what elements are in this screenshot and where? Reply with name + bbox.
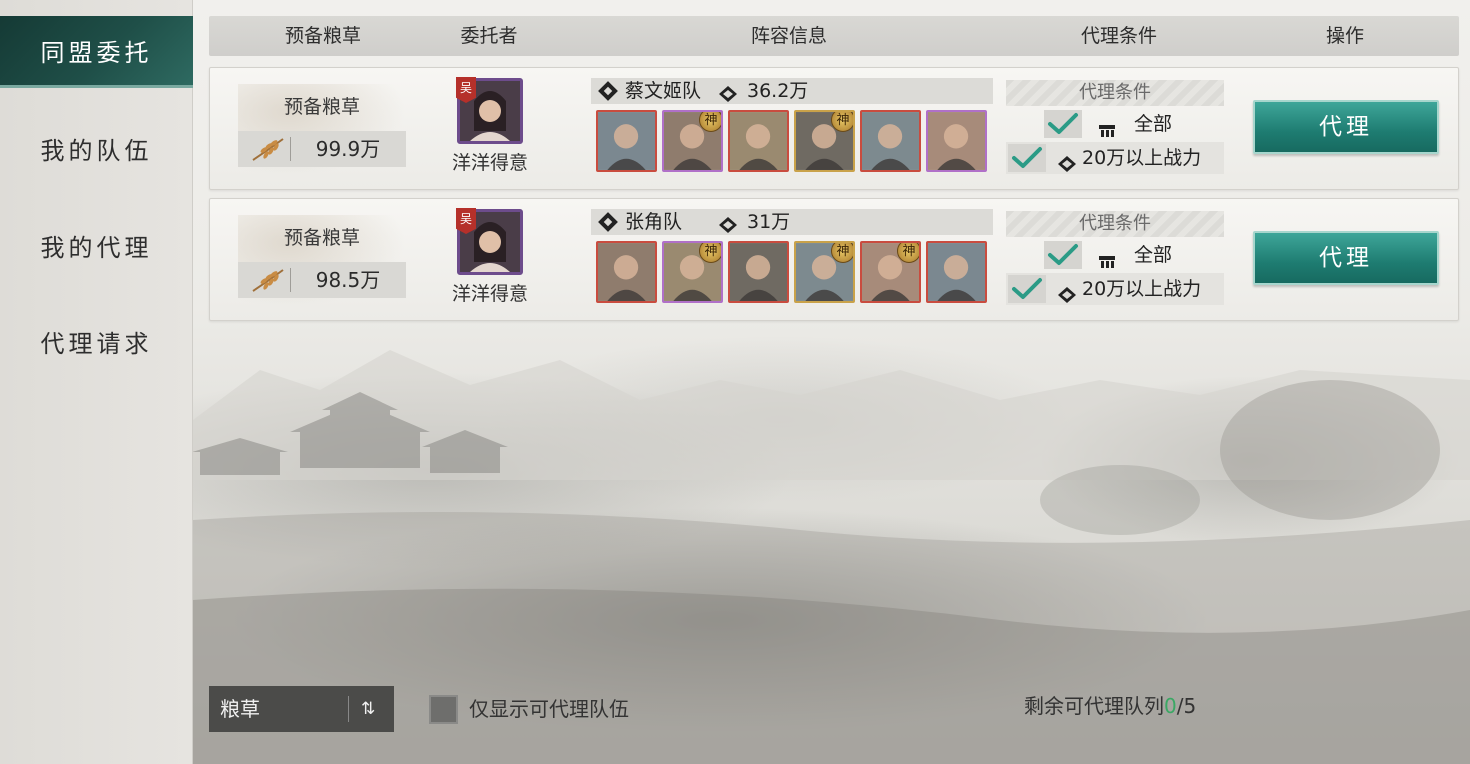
header-requester: 委托者 [460,25,518,47]
hero-portrait[interactable]: 神 [794,110,855,172]
commission-row: 预备粮草 99.9万 吴 洋洋得意 蔡文姬队 36.2万 神 神 代理条件 全部… [209,67,1459,190]
troop-icon [1098,116,1116,137]
condition-troops-text: 全部 [1134,113,1173,135]
hero-lineup: 神 神 [596,110,992,172]
team-name: 张角队 [625,211,683,233]
sidebar-item-my-team[interactable]: 我的队伍 [0,112,193,184]
reserve-grain-cell: 预备粮草 98.5万 [238,215,406,307]
check-icon [1044,241,1082,269]
sidebar-item-label: 我的队伍 [40,136,153,165]
condition-power: 20万以上战力 [1006,273,1224,305]
team-icon [598,81,618,101]
hero-portrait[interactable] [728,110,789,172]
hero-old-warrior-icon [730,112,787,170]
conditions-title: 代理条件 [1006,80,1224,106]
sidebar-item-label: 代理请求 [40,329,153,358]
faction-badge: 吴 [456,208,476,234]
remaining-prefix: 剩余可代理队列 [1024,694,1164,718]
power-icon [1058,281,1076,303]
condition-troops: 全部 [1006,239,1224,271]
sort-dropdown[interactable]: 粮草 ⇅ [209,686,394,732]
requester-cell: 吴 洋洋得意 [440,77,540,188]
power-icon [1058,150,1076,172]
conditions-title: 代理条件 [1006,211,1224,237]
sidebar: 同盟委托 我的队伍 我的代理 代理请求 [0,0,193,764]
sort-toggle-icon[interactable]: ⇅ [361,686,375,732]
check-icon [1008,275,1046,303]
agent-button[interactable]: 代理 [1253,231,1439,285]
agent-conditions: 代理条件 全部 20万以上战力 [1006,209,1224,305]
sidebar-item-alliance-commission[interactable]: 同盟委托 [0,16,193,88]
hero-portrait[interactable] [926,241,987,303]
remaining-total: /5 [1176,694,1197,718]
grain-value-box: 98.5万 [238,262,406,298]
hero-portrait[interactable]: 神 [794,241,855,303]
sidebar-item-agent-request[interactable]: 代理请求 [0,305,193,377]
hero-portrait[interactable] [860,110,921,172]
condition-troops: 全部 [1006,108,1224,140]
grain-value: 98.5万 [315,268,381,292]
sort-divider [348,696,349,722]
troop-icon [1098,247,1116,268]
grain-divider [290,137,291,161]
header-action: 操作 [1325,25,1364,47]
condition-power: 20万以上战力 [1006,142,1224,174]
hero-portrait[interactable] [728,241,789,303]
hero-lady-hero-2-icon [928,112,985,170]
team-icon [598,212,618,232]
condition-power-text: 20万以上战力 [1082,147,1202,169]
header-grain: 预备粮草 [284,25,361,47]
table-header: 预备粮草 委托者 阵容信息 代理条件 操作 [209,16,1459,56]
sidebar-item-label: 同盟委托 [40,39,153,67]
agent-conditions: 代理条件 全部 20万以上战力 [1006,78,1224,174]
grain-title: 预备粮草 [283,96,360,118]
faction-badge: 吴 [456,77,476,103]
check-icon [1008,144,1046,172]
condition-troops-text: 全部 [1134,244,1173,266]
team-header: 蔡文姬队 36.2万 [591,78,993,104]
header-lineup: 阵容信息 [750,25,827,47]
reserve-grain-cell: 预备粮草 99.9万 [238,84,406,176]
filter-label: 仅显示可代理队伍 [469,697,629,721]
grain-title: 预备粮草 [283,227,360,249]
hero-portrait[interactable]: 神 [860,241,921,303]
hero-straw-hat-warrior-icon [730,243,787,301]
hero-straw-hat-warrior-icon [598,243,655,301]
team-power: 31万 [747,211,791,233]
grain-divider [290,268,291,292]
hero-helmet-warrior-icon [598,112,655,170]
grain-value-box: 99.9万 [238,131,406,167]
sidebar-item-my-agent[interactable]: 我的代理 [0,209,193,281]
hero-portrait[interactable]: 神 [662,110,723,172]
hero-straw-hat-warrior-icon [928,243,985,301]
power-icon [719,83,737,102]
check-icon [1044,110,1082,138]
remaining-used: 0 [1164,694,1177,718]
requester-name: 洋洋得意 [451,152,528,174]
filter-checkbox[interactable] [429,695,458,724]
grain-value: 99.9万 [315,137,381,161]
team-name: 蔡文姬队 [625,80,702,102]
agent-button[interactable]: 代理 [1253,100,1439,154]
hero-lineup: 神 神 [596,241,992,303]
sidebar-item-label: 我的代理 [40,233,153,262]
sort-label: 粮草 [220,697,260,721]
remaining-queue: 剩余可代理队列0/5 [1024,691,1196,721]
power-icon [719,214,737,233]
team-power: 36.2万 [747,80,809,102]
header-conditions: 代理条件 [1080,25,1157,47]
hero-portrait[interactable] [926,110,987,172]
hero-portrait[interactable] [596,110,657,172]
hero-helmet-warrior-icon [862,112,919,170]
hero-portrait[interactable] [596,241,657,303]
requester-cell: 吴 洋洋得意 [440,208,540,319]
condition-power-text: 20万以上战力 [1082,278,1202,300]
team-header: 张角队 31万 [591,209,993,235]
commission-row: 预备粮草 98.5万 吴 洋洋得意 张角队 31万 神 神 神 代理条件 全部 … [209,198,1459,321]
requester-name: 洋洋得意 [451,283,528,305]
hero-portrait[interactable]: 神 [662,241,723,303]
